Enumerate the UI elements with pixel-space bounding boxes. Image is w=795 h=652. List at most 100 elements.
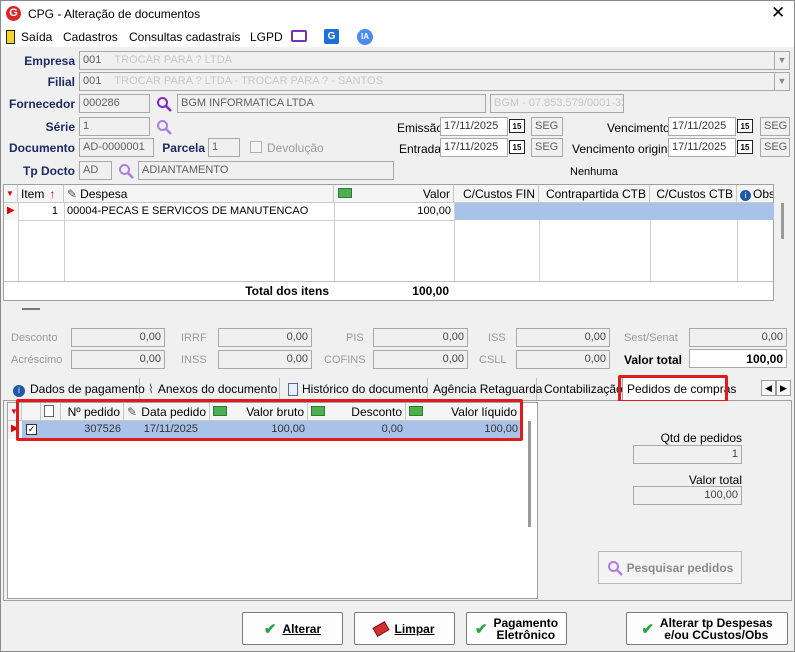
acrescimo-field: 0,00 bbox=[71, 350, 165, 369]
empresa-field[interactable]: 001 TROCAR PARA ? LTDA bbox=[79, 51, 776, 70]
parcela-field[interactable]: 1 bbox=[208, 138, 240, 157]
calendar-icon[interactable]: 15 bbox=[509, 119, 525, 133]
documento-label: Documento bbox=[9, 141, 75, 155]
menu-cadastros[interactable]: Cadastros bbox=[63, 30, 118, 44]
pis-label: PIS bbox=[346, 332, 364, 344]
vencimento-date-field[interactable]: 17/11/2025 bbox=[668, 117, 736, 136]
col-obs-header[interactable]: i Obs bbox=[737, 185, 773, 203]
sort-icon: ↑ bbox=[49, 187, 56, 201]
iss-field: 0,00 bbox=[516, 328, 610, 347]
inss-field: 0,00 bbox=[218, 350, 312, 369]
table-row[interactable]: 1 00004-PECAS E SERVICOS DE MANUTENCAO 1… bbox=[18, 203, 775, 220]
entrada-label: Entrada bbox=[399, 142, 442, 156]
col-ccustos-fin-header[interactable]: C/Custos FIN bbox=[454, 185, 539, 203]
empresa-dropdown[interactable]: ▼ bbox=[774, 51, 790, 70]
exit-icon bbox=[6, 30, 15, 44]
calendar-icon[interactable]: 15 bbox=[737, 119, 753, 133]
title-bar: G CPG - Alteração de documentos ✕ bbox=[1, 1, 794, 27]
fornecedor-cnpj: BGM - 07.853.579/0001-32 bbox=[494, 97, 624, 109]
menu-lgpd[interactable]: LGPD bbox=[250, 30, 283, 44]
filial-field[interactable]: 001 TROCAR PARA ? LTDA - TROCAR PARA ? -… bbox=[79, 72, 776, 91]
tab-scroll-right-button[interactable]: ▶ bbox=[776, 380, 791, 396]
row-selected-cells bbox=[454, 203, 774, 220]
window-title: CPG - Alteração de documentos bbox=[28, 7, 201, 21]
emissao-date-field[interactable]: 17/11/2025 bbox=[440, 117, 508, 136]
fornecedor-name-field: BGM INFORMATICA LTDA bbox=[177, 94, 486, 113]
alterar-tp-despesas-button[interactable]: ✔ Alterar tp Despesas e/ou CCustos/Obs bbox=[626, 612, 788, 645]
current-row-arrow-icon: ▶ bbox=[7, 205, 15, 216]
sestsenat-label: Sest/Senat bbox=[624, 332, 678, 344]
tab-historico-documento[interactable]: Histórico do documento bbox=[284, 378, 428, 400]
money-icon bbox=[338, 188, 352, 198]
highlight-pedidos-grid bbox=[16, 399, 523, 441]
close-icon[interactable]: ✕ bbox=[771, 3, 785, 23]
documento-field[interactable]: AD-0000001 bbox=[79, 138, 154, 157]
tab-dados-pagamento[interactable]: i Dados de pagamento bbox=[9, 378, 145, 400]
search-icon[interactable] bbox=[154, 94, 174, 113]
fornecedor-code-field[interactable]: 000286 bbox=[79, 94, 150, 113]
empresa-code: 001 bbox=[83, 54, 102, 66]
edit-icon: ✎ bbox=[67, 187, 78, 201]
check-icon: ✔ bbox=[474, 620, 488, 638]
main-window: G CPG - Alteração de documentos ✕ Saída … bbox=[0, 0, 795, 652]
search-icon[interactable] bbox=[116, 161, 136, 180]
tab-scroll-left-button[interactable]: ◀ bbox=[761, 380, 776, 396]
devolucao-checkbox[interactable] bbox=[250, 141, 262, 153]
devolucao-label: Devolução bbox=[267, 141, 324, 155]
sestsenat-field: 0,00 bbox=[689, 328, 787, 347]
pesquisar-pedidos-button[interactable]: Pesquisar pedidos bbox=[598, 551, 742, 584]
calendar-icon[interactable]: 15 bbox=[509, 140, 525, 154]
col-item-header[interactable]: Item ↑ bbox=[18, 185, 64, 203]
empresa-label: Empresa bbox=[24, 54, 75, 68]
tab-agencia-retaguarda[interactable]: Agência Retaguarda bbox=[429, 378, 542, 400]
valor-total-label: Valor total bbox=[624, 353, 683, 367]
vencimento-day-field: SEG bbox=[760, 117, 790, 136]
limpar-button[interactable]: Limpar bbox=[354, 612, 455, 645]
horizontal-scrollbar[interactable] bbox=[22, 308, 40, 310]
irrf-field: 0,00 bbox=[218, 328, 312, 347]
entrada-day-field: SEG bbox=[531, 138, 563, 157]
col-despesa-header[interactable]: ✎ Despesa bbox=[64, 185, 334, 203]
items-total-label: Total dos itens bbox=[245, 284, 329, 298]
g-icon[interactable]: G bbox=[324, 29, 339, 44]
pagamento-eletronico-button[interactable]: ✔ Pagamento Eletrônico bbox=[466, 612, 567, 645]
menu-saida[interactable]: Saída bbox=[21, 30, 52, 44]
app-logo-icon: G bbox=[6, 6, 21, 21]
info-icon: i bbox=[13, 385, 25, 397]
col-contrapartida-ctb-header[interactable]: Contrapartida CTB bbox=[539, 185, 650, 203]
tab-contabilizacao[interactable]: Contabilização bbox=[540, 378, 623, 400]
items-total-value: 100,00 bbox=[412, 284, 449, 298]
row-despesa: 00004-PECAS E SERVICOS DE MANUTENCAO bbox=[67, 205, 309, 217]
filial-dropdown[interactable]: ▼ bbox=[774, 72, 790, 91]
pedidos-valor-total-field: 100,00 bbox=[633, 486, 742, 505]
ia-icon[interactable]: IA bbox=[357, 29, 373, 45]
desconto-field: 0,00 bbox=[71, 328, 165, 347]
tpdocto-code-field[interactable]: AD bbox=[79, 161, 112, 180]
items-vertical-scrollbar[interactable] bbox=[781, 203, 784, 239]
tab-anexos-documento[interactable]: ⌇ Anexos do documento bbox=[144, 378, 280, 400]
row-item: 1 bbox=[51, 205, 58, 217]
pedidos-vertical-scrollbar[interactable] bbox=[528, 421, 531, 527]
venc-original-date-field[interactable]: 17/11/2025 bbox=[668, 138, 736, 157]
items-grid[interactable]: ▼ Item ↑ ✎ Despesa Valor C/Custos FIN Cont… bbox=[3, 184, 775, 310]
alterar-button[interactable]: ✔ Alterar bbox=[242, 612, 343, 645]
qtd-pedidos-label: Qtd de pedidos bbox=[660, 431, 742, 445]
csll-field: 0,00 bbox=[516, 350, 610, 369]
tpdocto-label: Tp Docto bbox=[23, 164, 75, 178]
serie-label: Série bbox=[45, 120, 75, 134]
monitor-icon[interactable] bbox=[291, 30, 307, 42]
acrescimo-label: Acréscimo bbox=[11, 354, 63, 366]
fornecedor-cnpj-field: BGM - 07.853.579/0001-32 bbox=[490, 94, 624, 113]
cofins-field: 0,00 bbox=[373, 350, 468, 369]
items-row-indicator-header: ▼ bbox=[4, 185, 18, 203]
col-valor-header[interactable]: Valor bbox=[334, 185, 454, 203]
chevron-down-icon: ▼ bbox=[777, 76, 787, 86]
info-icon: i bbox=[740, 190, 751, 201]
col-ccustos-ctb-header[interactable]: C/Custos CTB bbox=[650, 185, 737, 203]
search-icon[interactable] bbox=[154, 117, 174, 136]
eraser-icon bbox=[372, 620, 391, 637]
calendar-icon[interactable]: 15 bbox=[737, 140, 753, 154]
menu-consultas-cadastrais[interactable]: Consultas cadastrais bbox=[129, 30, 240, 44]
entrada-date-field[interactable]: 17/11/2025 bbox=[440, 138, 508, 157]
serie-field[interactable]: 1 bbox=[79, 117, 150, 136]
